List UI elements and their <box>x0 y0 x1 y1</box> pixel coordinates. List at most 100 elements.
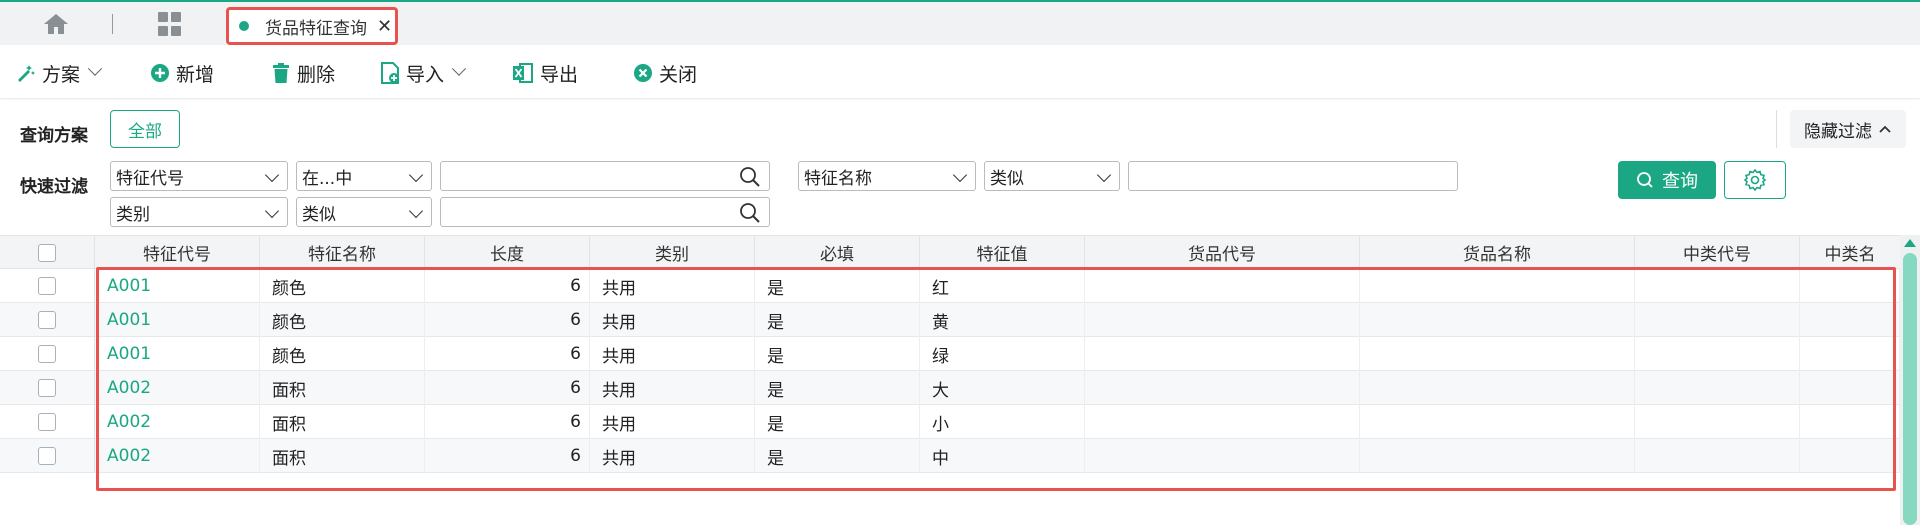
close-button[interactable]: 关闭 <box>633 59 697 87</box>
all-scheme-button[interactable]: 全部 <box>110 110 180 148</box>
length-cell: 6 <box>425 439 590 473</box>
scrollbar-thumb[interactable] <box>1903 253 1917 525</box>
length-cell: 6 <box>425 371 590 405</box>
goods-code-cell <box>1085 269 1360 303</box>
close-label: 关闭 <box>659 63 698 86</box>
feature-code-link[interactable]: A001 <box>95 303 260 337</box>
hide-filter-button[interactable]: 隐藏过滤 <box>1790 110 1906 148</box>
search-icon[interactable] <box>739 202 761 228</box>
chevron-down-icon <box>264 203 280 219</box>
feature-name-cell: 颜色 <box>260 269 425 303</box>
column-header[interactable]: 货品代号 <box>1085 236 1360 269</box>
add-button[interactable]: 新增 <box>150 59 214 87</box>
filter-operator-value: 类似 <box>302 204 336 225</box>
tab-label: 货品特征查询 <box>265 18 367 39</box>
column-header[interactable]: 特征值 <box>920 236 1085 269</box>
data-table: 特征代号 特征名称 长度 类别 必填 特征值 货品代号 货品名称 中类代号 中类… <box>0 235 1900 525</box>
row-checkbox[interactable] <box>38 277 56 295</box>
feature-code-link[interactable]: A001 <box>95 269 260 303</box>
delete-button[interactable]: 删除 <box>271 59 335 87</box>
goods-name-cell <box>1360 337 1635 371</box>
feature-name-cell: 面积 <box>260 439 425 473</box>
feature-code-link[interactable]: A002 <box>95 439 260 473</box>
row-checkbox[interactable] <box>38 379 56 397</box>
feature-code-link[interactable]: A001 <box>95 337 260 371</box>
app-window: 货品特征查询 ✕ 方案 新增 删除 导入 导出 关闭 查询方案 全部 隐藏过滤 … <box>0 0 1920 525</box>
filter-field-select-1[interactable]: 特征代号 <box>110 161 288 191</box>
mid-category-code-cell <box>1635 405 1800 439</box>
filter-field-select-3[interactable]: 类别 <box>110 197 288 227</box>
goods-name-cell <box>1360 303 1635 337</box>
column-header[interactable]: 特征名称 <box>260 236 425 269</box>
filter-operator-select-2[interactable]: 类似 <box>984 161 1120 191</box>
filter-panel: 查询方案 全部 隐藏过滤 快速过滤 特征代号 在...中 特征名称 类似 查询 … <box>0 100 1920 235</box>
mid-category-code-cell <box>1635 371 1800 405</box>
tab-goods-feature-query[interactable]: 货品特征查询 ✕ <box>226 7 398 45</box>
row-checkbox[interactable] <box>38 447 56 465</box>
row-checkbox[interactable] <box>38 413 56 431</box>
search-icon[interactable] <box>739 166 761 192</box>
mid-category-name-cell <box>1800 405 1900 439</box>
filter-operator-select-3[interactable]: 类似 <box>296 197 432 227</box>
column-header[interactable]: 类别 <box>590 236 755 269</box>
filter-value-input-1[interactable] <box>440 161 770 191</box>
goods-code-cell <box>1085 439 1360 473</box>
vertical-scrollbar[interactable] <box>1900 235 1920 525</box>
import-dropdown-button[interactable]: 导入 <box>380 59 467 87</box>
select-all-cell <box>0 236 95 270</box>
row-select-cell <box>0 337 95 371</box>
filter-field-select-2[interactable]: 特征名称 <box>798 161 976 191</box>
filter-operator-select-1[interactable]: 在...中 <box>296 161 432 191</box>
chevron-down-icon <box>408 167 424 183</box>
column-header[interactable]: 中类代号 <box>1635 236 1800 269</box>
table-row[interactable]: A002 面积 6 共用是中 <box>0 439 1900 473</box>
column-header[interactable]: 中类名 <box>1800 236 1900 269</box>
row-checkbox[interactable] <box>38 345 56 363</box>
feature-name-cell: 颜色 <box>260 303 425 337</box>
column-header[interactable]: 特征代号 <box>95 236 260 269</box>
feature-code-link[interactable]: A002 <box>95 371 260 405</box>
quick-filter-label: 快速过滤 <box>20 177 88 197</box>
filter-value-text-3[interactable] <box>441 198 769 226</box>
row-select-cell <box>0 303 95 337</box>
table-row[interactable]: A001 颜色 6 共用是红 <box>0 269 1900 303</box>
filter-field-value: 特征名称 <box>804 168 872 189</box>
mid-category-code-cell <box>1635 439 1800 473</box>
mid-category-name-cell <box>1800 337 1900 371</box>
query-button[interactable]: 查询 <box>1618 161 1716 199</box>
export-button[interactable]: 导出 <box>512 59 578 87</box>
required-cell: 是 <box>755 303 920 337</box>
row-checkbox[interactable] <box>38 311 56 329</box>
goods-code-cell <box>1085 371 1360 405</box>
close-tab-icon[interactable]: ✕ <box>377 16 392 37</box>
scheme-dropdown-button[interactable]: 方案 <box>16 59 103 87</box>
chevron-down-icon <box>1096 167 1112 183</box>
home-icon[interactable] <box>42 12 70 36</box>
search-icon <box>1636 171 1654 189</box>
select-all-checkbox[interactable] <box>38 244 56 262</box>
feature-value-cell: 大 <box>920 371 1085 405</box>
column-header[interactable]: 长度 <box>425 236 590 269</box>
table-row[interactable]: A002 面积 6 共用是大 <box>0 371 1900 405</box>
add-label: 新增 <box>176 63 215 86</box>
table-row[interactable]: A002 面积 6 共用是小 <box>0 405 1900 439</box>
goods-name-cell <box>1360 405 1635 439</box>
chevron-down-icon <box>264 167 280 183</box>
filter-value-input-2[interactable] <box>1128 161 1458 191</box>
table-row[interactable]: A001 颜色 6 共用是绿 <box>0 337 1900 371</box>
length-cell: 6 <box>425 269 590 303</box>
filter-value-text-2[interactable] <box>1129 162 1457 190</box>
filter-value-input-3[interactable] <box>440 197 770 227</box>
goods-code-cell <box>1085 337 1360 371</box>
feature-name-cell: 面积 <box>260 371 425 405</box>
filter-settings-button[interactable] <box>1724 161 1786 199</box>
table-row[interactable]: A001 颜色 6 共用是黄 <box>0 303 1900 337</box>
chevron-down-icon <box>451 61 467 76</box>
apps-grid-icon[interactable] <box>158 12 182 36</box>
feature-code-link[interactable]: A002 <box>95 405 260 439</box>
table-header: 特征代号 特征名称 长度 类别 必填 特征值 货品代号 货品名称 中类代号 中类… <box>0 235 1900 270</box>
column-header[interactable]: 货品名称 <box>1360 236 1635 269</box>
filter-value-text-1[interactable] <box>441 162 769 190</box>
column-header[interactable]: 必填 <box>755 236 920 269</box>
scroll-up-icon[interactable] <box>1904 239 1916 247</box>
